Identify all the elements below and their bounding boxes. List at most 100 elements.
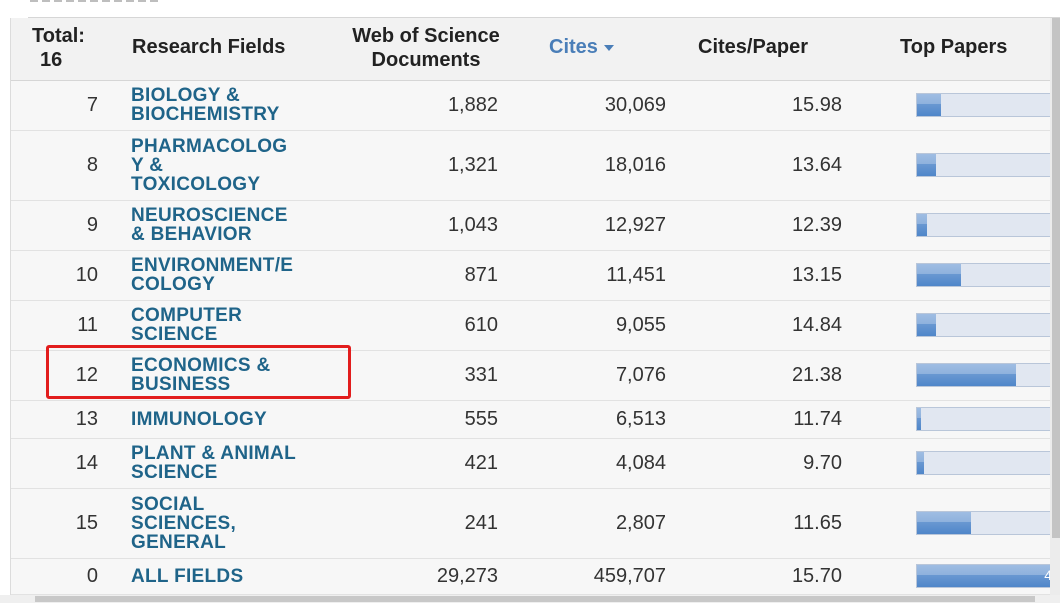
top-papers-bar-fill — [917, 314, 937, 336]
field-name-line: PHARMACOLOG — [131, 135, 288, 157]
wos-documents-cell: 241 — [464, 511, 498, 534]
table-row: 10 ENVIRONMENT/E COLOGY 871 11,451 13.15 — [11, 250, 1060, 301]
wos-documents-cell: 610 — [464, 313, 498, 336]
research-field-link[interactable]: SOCIAL SCIENCES, GENERAL — [131, 488, 321, 558]
wos-header-line2: Documents — [371, 49, 481, 71]
wos-documents-cell: 421 — [464, 451, 498, 474]
top-papers-bar-fill — [917, 264, 962, 286]
top-papers-bar[interactable] — [916, 451, 1056, 475]
horizontal-scrollbar-thumb[interactable] — [35, 596, 1035, 602]
top-papers-bar-fill — [917, 452, 924, 474]
top-papers-bar-fill — [917, 512, 972, 534]
cites-header-label: Cites — [549, 36, 598, 58]
top-papers-bar[interactable] — [916, 363, 1056, 387]
top-papers-cell — [916, 438, 1060, 488]
top-papers-bar[interactable] — [916, 93, 1056, 117]
field-name-line: SCIENCE — [131, 324, 218, 345]
wos-documents-cell: 331 — [464, 363, 498, 386]
top-papers-bar-fill — [917, 214, 927, 236]
top-papers-bar-fill — [917, 565, 1056, 587]
vertical-scrollbar-thumb[interactable] — [1052, 18, 1060, 538]
table-row: 7 BIOLOGY & BIOCHEMISTRY 1,882 30,069 15.98 — [11, 80, 1060, 131]
top-papers-bar[interactable] — [916, 263, 1056, 287]
cites-cell: 11,451 — [606, 263, 666, 286]
field-name-line: ECONOMICS & — [131, 355, 271, 376]
research-field-link[interactable]: COMPUTER SCIENCE — [131, 300, 321, 350]
cites-cell: 7,076 — [615, 363, 666, 386]
research-field-link[interactable]: PLANT & ANIMAL SCIENCE — [131, 438, 321, 488]
table-row: 11 COMPUTER SCIENCE 610 9,055 14.84 — [11, 300, 1060, 351]
top-papers-bar[interactable]: 4 — [916, 564, 1056, 588]
rank-cell: 9 — [86, 213, 98, 236]
rank-cell: 12 — [75, 363, 98, 386]
top-papers-cell — [916, 130, 1060, 200]
cites-cell: 6,513 — [615, 407, 666, 430]
total-count: 16 — [40, 49, 63, 71]
rank-cell: 11 — [77, 313, 98, 336]
field-name-line: ENVIRONMENT/E — [131, 255, 294, 276]
cites-cell: 9,055 — [615, 313, 666, 336]
cites-per-paper-cell: 15.70 — [791, 564, 842, 587]
wos-documents-cell: 1,882 — [447, 93, 498, 116]
table-row: 8 PHARMACOLOG Y & TOXICOLOGY 1,321 18,016 13.6… — [11, 130, 1060, 201]
research-field-link[interactable]: PHARMACOLOG Y & TOXICOLOGY — [131, 130, 321, 200]
wos-documents-cell: 1,321 — [447, 153, 498, 176]
table-row: 14 PLANT & ANIMAL SCIENCE 421 4,084 9.70 — [11, 438, 1060, 489]
research-field-link[interactable]: BIOLOGY & BIOCHEMISTRY — [131, 80, 321, 130]
top-papers-bar-fill — [917, 408, 922, 430]
field-name-line: ALL FIELDS — [131, 565, 244, 587]
table-row: 13 IMMUNOLOGY 555 6,513 11.74 — [11, 400, 1060, 439]
field-name-line: SCIENCE — [131, 462, 218, 483]
top-papers-cell — [916, 250, 1060, 300]
wos-documents-cell: 871 — [464, 263, 498, 286]
table-row: 0 ALL FIELDS 29,273 459,707 15.70 4 — [11, 558, 1060, 595]
cites-cell: 12,927 — [604, 213, 666, 236]
top-papers-bar[interactable] — [916, 153, 1056, 177]
research-field-link[interactable]: ECONOMICS & BUSINESS — [131, 350, 321, 400]
research-field-link[interactable]: ALL FIELDS — [131, 558, 321, 594]
table-row: 9 NEUROSCIENCE & BEHAVIOR 1,043 12,927 12.39 — [11, 200, 1060, 251]
top-papers-cell: 4 — [916, 558, 1060, 594]
top-papers-header[interactable]: Top Papers — [900, 35, 1007, 59]
cites-per-paper-cell: 15.98 — [791, 93, 842, 116]
horizontal-scrollbar[interactable] — [0, 595, 1060, 603]
cites-per-paper-cell: 11.65 — [793, 511, 842, 534]
top-strip — [0, 0, 1060, 18]
top-papers-bar[interactable] — [916, 213, 1056, 237]
field-name-line: SCIENCES, — [131, 512, 237, 534]
vertical-scrollbar[interactable] — [1050, 18, 1060, 596]
wos-documents-cell: 1,043 — [447, 213, 498, 236]
cites-per-paper-header[interactable]: Cites/Paper — [698, 35, 808, 59]
field-name-line: PLANT & ANIMAL — [131, 443, 296, 464]
cites-cell: 30,069 — [604, 93, 666, 116]
field-name-line: COLOGY — [131, 274, 216, 295]
top-papers-cell — [916, 200, 1060, 250]
research-field-link[interactable]: NEUROSCIENCE & BEHAVIOR — [131, 200, 321, 250]
cites-cell: 2,807 — [615, 511, 666, 534]
table-row: 15 SOCIAL SCIENCES, GENERAL 241 2,807 11.65 — [11, 488, 1060, 559]
top-papers-cell — [916, 488, 1060, 558]
top-papers-cell — [916, 300, 1060, 350]
research-fields-header[interactable]: Research Fields — [132, 35, 285, 59]
wos-documents-header[interactable]: Web of Science Documents — [331, 24, 521, 72]
rank-cell: 0 — [86, 564, 98, 587]
research-field-link[interactable]: ENVIRONMENT/E COLOGY — [131, 250, 321, 300]
top-papers-bar[interactable] — [916, 313, 1056, 337]
top-papers-cell — [916, 80, 1060, 130]
cites-per-paper-cell: 11.74 — [793, 407, 842, 430]
cites-header-sort[interactable]: Cites — [549, 35, 614, 59]
cites-per-paper-cell: 9.70 — [803, 451, 842, 474]
rank-cell: 13 — [75, 407, 98, 430]
field-name-line: Y & — [131, 154, 164, 176]
field-name-line: IMMUNOLOGY — [131, 408, 267, 430]
table-row: 12 ECONOMICS & BUSINESS 331 7,076 21.38 — [11, 350, 1060, 401]
research-field-link[interactable]: IMMUNOLOGY — [131, 400, 321, 438]
cites-cell: 459,707 — [593, 564, 666, 587]
cites-cell: 4,084 — [615, 451, 666, 474]
top-papers-bar-fill — [917, 364, 1016, 386]
top-papers-bar[interactable] — [916, 511, 1056, 535]
top-papers-bar[interactable] — [916, 407, 1056, 431]
field-name-line: NEUROSCIENCE — [131, 205, 288, 226]
cites-per-paper-cell: 13.64 — [791, 153, 842, 176]
top-papers-cell — [916, 400, 1060, 438]
